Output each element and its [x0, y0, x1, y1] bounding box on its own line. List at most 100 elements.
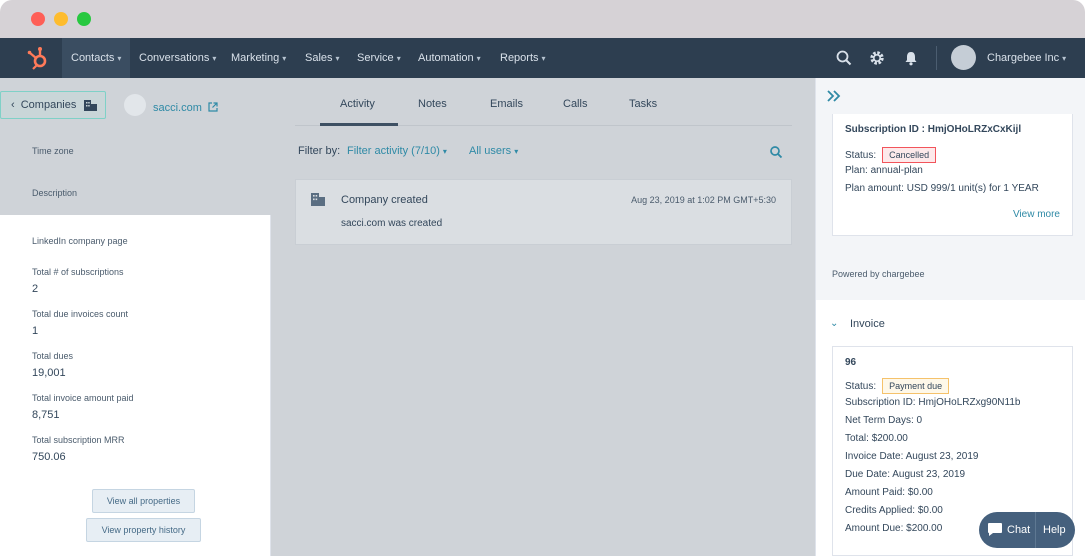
field-value: $0.00	[917, 505, 943, 516]
account-menu[interactable]: Chargebee Inc ▾	[987, 38, 1066, 78]
filter-activity-dropdown[interactable]: Filter activity (7/10) ▾	[347, 145, 447, 157]
field-value: August 23, 2019	[905, 451, 979, 462]
field-value: $200.00	[871, 433, 908, 444]
chevron-down-icon: ▾	[514, 147, 519, 156]
sidebar-header-overlay: ‹ Companies sacci.com Time zone Descript…	[0, 78, 271, 215]
subscription-section: Subscription ID : HmjOHoLRZxCxKijl Statu…	[816, 78, 1085, 300]
chat-help-widget[interactable]: Chat Help	[979, 512, 1075, 548]
nav-conversations[interactable]: Conversations ▾	[139, 38, 216, 78]
plan-value: annual-plan	[870, 165, 923, 176]
help-button-label[interactable]: Help	[1043, 524, 1066, 536]
invoice-status: Status: Payment due	[845, 378, 950, 394]
tab-notes[interactable]: Notes	[418, 98, 447, 110]
nav-marketing-label: Marketing	[231, 52, 280, 64]
view-more-link[interactable]: View more	[1013, 209, 1060, 220]
property-label: LinkedIn company page	[32, 236, 128, 246]
nav-automation[interactable]: Automation ▾	[418, 38, 481, 78]
powered-by-text: Powered by chargebee	[832, 269, 925, 279]
field-label: Invoice Date:	[845, 451, 904, 462]
tab-tasks[interactable]: Tasks	[629, 98, 657, 110]
chat-bubble-icon	[988, 523, 1002, 536]
property-label: Total invoice amount paid	[32, 393, 134, 403]
chevron-down-icon: ▾	[117, 54, 122, 63]
double-chevron-right-icon[interactable]	[826, 88, 842, 104]
property-value: 2	[32, 283, 39, 295]
back-to-companies-button[interactable]: ‹ Companies	[0, 91, 106, 119]
activity-card[interactable]: Company created Aug 23, 2019 at 1:02 PM …	[295, 179, 792, 245]
search-icon[interactable]	[769, 145, 783, 159]
chevron-down-icon: ▾	[476, 54, 481, 63]
view-all-properties-button[interactable]: View all properties	[92, 489, 195, 513]
chat-button-label[interactable]: Chat	[1007, 524, 1030, 536]
nav-service[interactable]: Service ▾	[357, 38, 401, 78]
activity-timestamp: Aug 23, 2019 at 1:02 PM GMT+5:30	[631, 195, 776, 205]
active-tab-indicator	[320, 123, 398, 126]
property-amount-paid: Total invoice amount paid 8,751	[32, 393, 134, 421]
property-label: Total subscription MRR	[32, 435, 125, 445]
nav-reports[interactable]: Reports ▾	[500, 38, 546, 78]
invoice-date: Invoice Date: August 23, 2019	[845, 451, 978, 462]
subscription-status: Status: Cancelled	[845, 147, 937, 163]
building-icon	[84, 100, 97, 111]
field-label: Total:	[845, 433, 869, 444]
invoice-due-date: Due Date: August 23, 2019	[845, 469, 965, 480]
maximize-window-button[interactable]	[77, 12, 91, 26]
company-domain-link[interactable]: sacci.com	[153, 102, 218, 114]
tab-emails[interactable]: Emails	[490, 98, 523, 110]
back-label: Companies	[20, 99, 77, 111]
tab-calls[interactable]: Calls	[563, 98, 587, 110]
status-label: Status:	[845, 150, 877, 161]
status-label: Status:	[845, 381, 877, 392]
bell-icon[interactable]	[902, 49, 920, 67]
status-badge: Payment due	[882, 378, 950, 394]
plan-label: Plan:	[845, 165, 868, 176]
nav-sales-label: Sales	[305, 52, 333, 64]
subscription-id-text: Subscription ID : HmjOHoLRZxCxKijl	[845, 124, 1022, 135]
filter-label: Filter by:	[298, 145, 341, 157]
invoice-section-title: Invoice	[850, 318, 885, 330]
invoice-subscription-id: Subscription ID: HmjOHoLRZxg90N11b	[845, 397, 1020, 408]
property-value: 750.06	[32, 451, 66, 463]
property-value: 1	[32, 325, 39, 337]
hubspot-logo-icon[interactable]	[24, 44, 52, 72]
company-domain-text: sacci.com	[153, 102, 202, 114]
view-property-history-button[interactable]: View property history	[86, 518, 201, 542]
time-zone-label: Time zone	[32, 146, 74, 156]
nav-divider	[936, 46, 937, 70]
property-due-invoices: Total due invoices count 1	[32, 309, 128, 337]
invoice-section-header[interactable]: ⌄ Invoice	[816, 306, 1085, 342]
nav-automation-label: Automation	[418, 52, 474, 64]
close-window-button[interactable]	[31, 12, 45, 26]
property-label: Total due invoices count	[32, 309, 129, 319]
invoice-credits: Credits Applied: $0.00	[845, 505, 943, 516]
amount-label: Plan amount:	[845, 183, 904, 194]
nav-sales[interactable]: Sales ▾	[305, 38, 340, 78]
nav-marketing[interactable]: Marketing ▾	[231, 38, 286, 78]
external-link-icon	[208, 102, 218, 112]
nav-service-label: Service	[357, 52, 394, 64]
tab-activity[interactable]: Activity	[340, 98, 375, 110]
subscription-id: Subscription ID : HmjOHoLRZxCxKijl	[845, 124, 1021, 135]
linkedin-property: LinkedIn company page	[32, 236, 128, 246]
field-label: Due Date:	[845, 469, 891, 480]
property-label: Total # of subscriptions	[32, 267, 124, 277]
search-icon[interactable]	[835, 49, 853, 67]
nav-contacts-label: Contacts	[71, 52, 115, 64]
account-name: Chargebee Inc	[987, 52, 1060, 64]
chevron-down-icon: ▾	[396, 54, 401, 63]
invoice-net-term: Net Term Days: 0	[845, 415, 922, 426]
user-avatar[interactable]	[951, 45, 976, 70]
filter-users-dropdown[interactable]: All users ▾	[469, 145, 518, 157]
gear-icon[interactable]	[868, 49, 886, 67]
property-total-subscriptions: Total # of subscriptions 2	[32, 267, 124, 295]
property-value: 19,001	[32, 367, 66, 379]
minimize-window-button[interactable]	[54, 12, 68, 26]
company-sidebar: ‹ Companies sacci.com Time zone Descript…	[0, 78, 271, 556]
chevron-down-icon: ⌄	[830, 318, 839, 329]
activity-description: sacci.com was created	[341, 218, 443, 229]
filter-users-label: All users	[469, 145, 512, 157]
chevron-down-icon: ▾	[212, 54, 217, 63]
nav-contacts[interactable]: Contacts ▾	[62, 38, 131, 78]
property-label: Total dues	[32, 351, 74, 361]
app-window: Contacts ▾ Conversations ▾ Marketing ▾ Sale…	[0, 0, 1085, 556]
